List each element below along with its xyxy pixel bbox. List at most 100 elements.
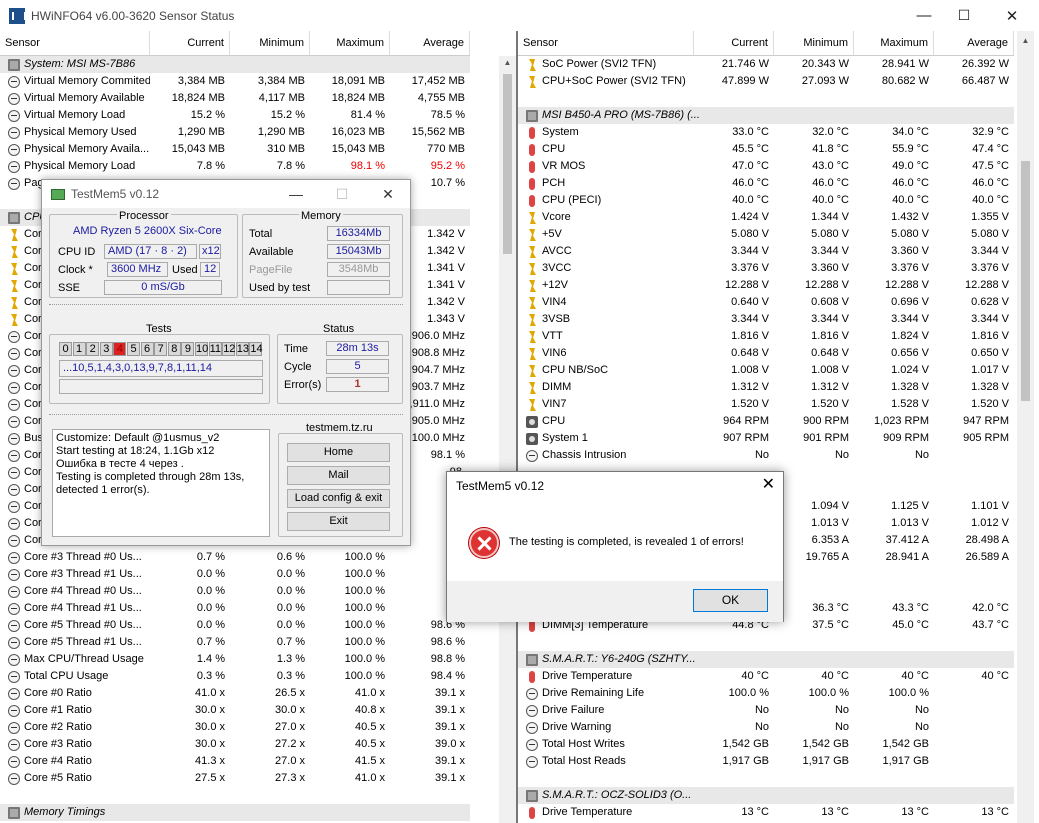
close-button[interactable]: ✕: [989, 0, 1035, 31]
sensor-row[interactable]: DIMM 1.312 V 1.312 V 1.328 V 1.328 V: [518, 379, 1014, 396]
sensor-row[interactable]: VIN7 1.520 V 1.520 V 1.528 V 1.520 V: [518, 396, 1014, 413]
sensor-row[interactable]: Physical Memory Used 1,290 MB 1,290 MB 16,0…: [0, 124, 470, 141]
value-cur: 47.899 W: [721, 75, 769, 87]
value-max: 81.4 %: [350, 109, 385, 121]
testmem-close-button[interactable]: ✕: [368, 180, 408, 208]
gauge-icon: [8, 466, 20, 479]
spacer-row: [518, 90, 1014, 107]
sensor-row[interactable]: System 1 907 RPM 901 RPM 909 RPM 905 RPM: [518, 430, 1014, 447]
sensor-row[interactable]: SoC Power (SVI2 TFN) 21.746 W 20.343 W 28.9…: [518, 56, 1014, 73]
sensor-row[interactable]: Core #2 Ratio 30.0 x 27.0 x 40.5 x 39.1 x: [0, 719, 470, 736]
sensor-row[interactable]: +12V 12.288 V 12.288 V 12.288 V 12.288 V: [518, 277, 1014, 294]
column-header-average[interactable]: Average: [934, 31, 1014, 55]
home-button[interactable]: Home: [287, 443, 390, 462]
column-header-current[interactable]: Current: [694, 31, 774, 55]
sensor-row[interactable]: Physical Memory Availa... 15,043 MB 310 MB…: [0, 141, 470, 158]
sensor-row[interactable]: Virtual Memory Commited 3,384 MB 3,384 MB 1…: [0, 73, 470, 90]
gauge-icon: [8, 449, 20, 462]
sensor-row[interactable]: CPU NB/SoC 1.008 V 1.008 V 1.024 V 1.017 V: [518, 362, 1014, 379]
load-config-exit-button[interactable]: Load config & exit: [287, 489, 390, 508]
sensor-row[interactable]: Chassis Intrusion No No No: [518, 447, 1014, 464]
scroll-up-icon[interactable]: ▲: [499, 58, 516, 67]
sensor-row[interactable]: Core #5 Ratio 27.5 x 27.3 x 41.0 x 39.1 x: [0, 770, 470, 787]
column-header-current[interactable]: Current: [150, 31, 230, 55]
sensor-row[interactable]: Total CPU Usage 0.3 % 0.3 % 100.0 % 98.4 %: [0, 668, 470, 685]
sensor-row[interactable]: CPU (PECI) 40.0 °C 40.0 °C 40.0 °C 40.0 °C: [518, 192, 1014, 209]
sensor-row[interactable]: VTT 1.816 V 1.816 V 1.824 V 1.816 V: [518, 328, 1014, 345]
sensor-group-row[interactable]: S.M.A.R.T.: Y6-240G (SZHTY...: [518, 651, 1014, 668]
value-avg: 1.328 V: [971, 381, 1009, 393]
sensor-row[interactable]: Core #3 Ratio 30.0 x 27.2 x 40.5 x 39.0 x: [0, 736, 470, 753]
sensor-row[interactable]: 3VSB 3.344 V 3.344 V 3.344 V 3.344 V: [518, 311, 1014, 328]
sensor-row[interactable]: Virtual Memory Load 15.2 % 15.2 % 81.4 % 78.…: [0, 107, 470, 124]
sensor-row[interactable]: VR MOS 47.0 °C 43.0 °C 49.0 °C 47.5 °C: [518, 158, 1014, 175]
sensor-row[interactable]: Max CPU/Thread Usage 1.4 % 1.3 % 100.0 % 98.…: [0, 651, 470, 668]
sensor-row[interactable]: +5V 5.080 V 5.080 V 5.080 V 5.080 V: [518, 226, 1014, 243]
sensor-row[interactable]: AVCC 3.344 V 3.344 V 3.360 V 3.344 V: [518, 243, 1014, 260]
gauge-icon: [8, 721, 20, 734]
sensor-row[interactable]: Drive Failure No No No: [518, 702, 1014, 719]
sensor-row[interactable]: VIN6 0.648 V 0.648 V 0.656 V 0.650 V: [518, 345, 1014, 362]
column-header-minimum[interactable]: Minimum: [774, 31, 854, 55]
sensor-row[interactable]: Core #1 Ratio 30.0 x 30.0 x 40.8 x 39.1 x: [0, 702, 470, 719]
sensor-row[interactable]: Core #5 Thread #1 Us... 0.7 % 0.7 % 100.0 %…: [0, 634, 470, 651]
scroll-up-icon[interactable]: ▲: [1017, 36, 1034, 45]
column-header-maximum[interactable]: Maximum: [310, 31, 390, 55]
sensor-row[interactable]: CPU 964 RPM 900 RPM 1,023 RPM 947 RPM: [518, 413, 1014, 430]
column-header-sensor[interactable]: Sensor: [518, 31, 694, 55]
column-header-minimum[interactable]: Minimum: [230, 31, 310, 55]
sensor-row[interactable]: Vcore 1.424 V 1.344 V 1.432 V 1.355 V: [518, 209, 1014, 226]
exit-button[interactable]: Exit: [287, 512, 390, 531]
sensor-row[interactable]: Drive Temperature 13 °C 13 °C 13 °C 13 °C: [518, 804, 1014, 821]
right-scrollbar[interactable]: ▲: [1017, 31, 1034, 823]
sensor-row[interactable]: Core #3 Thread #0 Us... 0.7 % 0.6 % 100.0 %…: [0, 549, 470, 566]
value-cur: 3.376 V: [731, 262, 769, 274]
sensor-row[interactable]: Core #4 Thread #0 Us... 0.0 % 0.0 % 100.0 %…: [0, 583, 470, 600]
left-scrollbar-thumb[interactable]: [503, 74, 512, 254]
value-max: 3.376 V: [891, 262, 929, 274]
sensor-row[interactable]: CPU+SoC Power (SVI2 TFN) 47.899 W 27.093 W…: [518, 73, 1014, 90]
sensor-group-row[interactable]: System: MSI MS-7B86: [0, 56, 470, 73]
sensor-row[interactable]: Core #0 Ratio 41.0 x 26.5 x 41.0 x 39.1 x: [0, 685, 470, 702]
sensor-row[interactable]: Drive Temperature 40 °C 40 °C 40 °C 40 °C: [518, 668, 1014, 685]
sensor-row[interactable]: CPU 45.5 °C 41.8 °C 55.9 °C 47.4 °C: [518, 141, 1014, 158]
sensor-row[interactable]: VIN4 0.640 V 0.608 V 0.696 V 0.628 V: [518, 294, 1014, 311]
sensor-name: Virtual Memory Load: [0, 107, 150, 124]
sensor-row[interactable]: 3VCC 3.376 V 3.360 V 3.376 V 3.376 V: [518, 260, 1014, 277]
sensor-row[interactable]: PCH 46.0 °C 46.0 °C 46.0 °C 46.0 °C: [518, 175, 1014, 192]
sensor-group-row[interactable]: Memory Timings: [0, 804, 470, 821]
mail-button[interactable]: Mail: [287, 466, 390, 485]
value-cur: 0.0 %: [196, 568, 225, 580]
sensor-row[interactable]: Virtual Memory Available 18,824 MB 4,117 M…: [0, 90, 470, 107]
sensor-label: CPU+SoC Power (SVI2 TFN): [542, 75, 686, 87]
sensor-name: SoC Power (SVI2 TFN): [518, 56, 694, 73]
sensor-row[interactable]: Total Host Reads 1,917 GB 1,917 GB 1,917 GB: [518, 753, 1014, 770]
maximize-button[interactable]: ☐: [941, 0, 987, 31]
sensor-group-row[interactable]: S.M.A.R.T.: OCZ-SOLID3 (O...: [518, 787, 1014, 804]
sensor-row[interactable]: Core #5 Thread #0 Us... 0.0 % 0.0 % 100.0 %…: [0, 617, 470, 634]
sensor-row[interactable]: Total Host Writes 1,542 GB 1,542 GB 1,542 G…: [518, 736, 1014, 753]
sensor-row[interactable]: Drive Warning No No No: [518, 719, 1014, 736]
right-scrollbar-thumb[interactable]: [1021, 161, 1030, 401]
value-max: 100.0 %: [888, 687, 929, 699]
sensor-group-row[interactable]: MSI B450-A PRO (MS-7B86) (...: [518, 107, 1014, 124]
left-scrollbar[interactable]: ▲: [499, 56, 516, 823]
sensor-row[interactable]: Core #4 Ratio 41.3 x 27.0 x 41.5 x 39.1 x: [0, 753, 470, 770]
sensor-row[interactable]: Core #4 Thread #1 Us... 0.0 % 0.0 % 100.0 %…: [0, 600, 470, 617]
column-header-average[interactable]: Average: [390, 31, 470, 55]
sensor-row[interactable]: System 33.0 °C 32.0 °C 34.0 °C 32.9 °C: [518, 124, 1014, 141]
title-bar[interactable]: HWiNFO64 v6.00-3620 Sensor Status — ☐ ✕: [0, 0, 1039, 31]
value-max: 100.0 %: [344, 619, 385, 631]
sensor-row[interactable]: Core #3 Thread #1 Us... 0.0 % 0.0 % 100.0 %…: [0, 566, 470, 583]
sensor-label: Core #3 Thread #0 Us...: [24, 551, 142, 563]
testmem-minimize-button[interactable]: —: [276, 180, 316, 208]
sensor-row[interactable]: Physical Memory Load 7.8 % 7.8 % 98.1 % 95.2…: [0, 158, 470, 175]
column-header-sensor[interactable]: Sensor: [0, 31, 150, 55]
testmem-title-bar[interactable]: TestMem5 v0.12 — ☐ ✕: [42, 180, 410, 208]
column-header-maximum[interactable]: Maximum: [854, 31, 934, 55]
ok-button[interactable]: OK: [693, 589, 768, 612]
test-log[interactable]: Customize: Default @1usmus_v2 Start test…: [52, 429, 270, 537]
dialog-close-button[interactable]: ✕: [762, 474, 775, 494]
sensor-row[interactable]: Drive Remaining Life 100.0 % 100.0 % 100.0 …: [518, 685, 1014, 702]
value-avg: 39.1 x: [435, 755, 465, 767]
